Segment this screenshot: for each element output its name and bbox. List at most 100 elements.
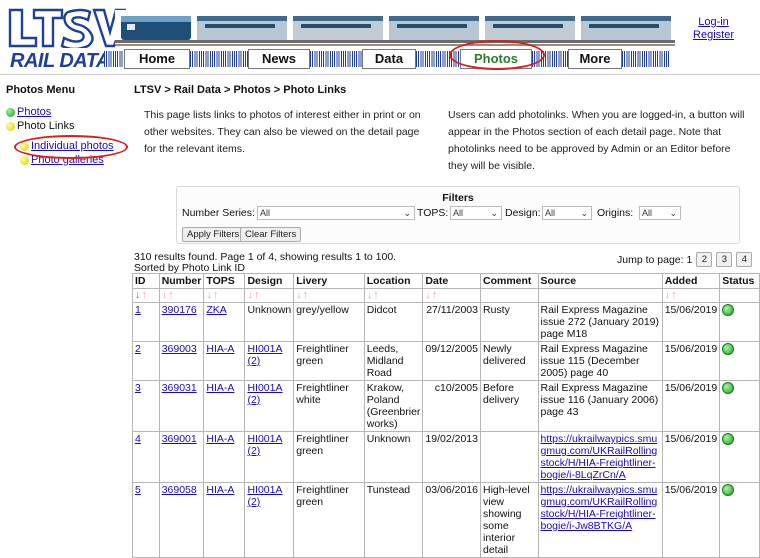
page-button-4[interactable]: 4 (736, 252, 753, 267)
row-source: Rail Express Magazine issue 116 (January… (537, 380, 663, 432)
design-label: Design: (505, 207, 541, 219)
register-link[interactable]: Register (693, 29, 734, 42)
sort-descending-icon[interactable]: ↓ (162, 290, 168, 302)
row-livery: Freightliner green (293, 341, 365, 381)
individual-photos-highlight-circle (14, 135, 128, 159)
header-id: ID (132, 273, 160, 289)
row-id-link[interactable]: 5 (135, 484, 141, 496)
row-design-link[interactable]: HI001A (2) (247, 382, 282, 406)
origins-select[interactable]: All ⌄ (639, 206, 681, 220)
row-location: Unknown (363, 431, 424, 483)
row-tops-link[interactable]: HIA-A (206, 343, 234, 355)
row-added: 15/06/2019 (661, 431, 721, 483)
row-id-link[interactable]: 3 (135, 382, 141, 394)
site-header: RAIL DATA Log-in Register Home News Data… (0, 0, 760, 78)
sort-ascending-icon[interactable]: ↑ (142, 290, 148, 302)
sort-ascending-icon[interactable]: ↑ (432, 290, 438, 302)
row-added: 15/06/2019 (661, 380, 721, 432)
row-number-link[interactable]: 369058 (162, 484, 197, 496)
sort-descending-icon[interactable]: ↓ (425, 290, 431, 302)
row-added: 15/06/2019 (661, 302, 721, 342)
sidebar-label-photo-links: Photo Links (17, 120, 75, 132)
breadcrumb: LTSV > Rail Data > Photos > Photo Links (134, 84, 347, 96)
row-date: 03/06/2016 (422, 482, 481, 558)
nav-tab-data[interactable]: Data (362, 49, 416, 69)
jump-to-page: Jump to page: 1 2 3 4 (617, 252, 753, 267)
row-tops-link[interactable]: HIA-A (206, 484, 234, 496)
row-number-link[interactable]: 369001 (162, 433, 197, 445)
row-comment: Rusty (479, 302, 539, 342)
sort-ascending-icon[interactable]: ↑ (671, 290, 677, 302)
sort-ascending-icon[interactable]: ↑ (213, 290, 219, 302)
row-source-link[interactable]: https://ukrailwaypics.smugmug.com/UKRail… (541, 484, 658, 532)
sort-arrows-row: ↓↑ ↓↑ ↓↑ ↓↑ ↓↑ ↓↑ ↓↑ ↓↑ (132, 288, 760, 303)
row-source-link[interactable]: https://ukrailwaypics.smugmug.com/UKRail… (541, 433, 658, 481)
nav-stripe (104, 51, 124, 67)
row-date: 27/11/2003 (422, 302, 481, 342)
nav-tab-home[interactable]: Home (124, 49, 190, 69)
row-number-link[interactable]: 390176 (162, 304, 197, 316)
sort-cell-added: ↓↑ (661, 288, 721, 303)
sort-descending-icon[interactable]: ↓ (206, 290, 212, 302)
chevron-down-icon: ⌄ (669, 208, 677, 218)
sort-descending-icon[interactable]: ↓ (135, 290, 141, 302)
current-page: 1 (686, 253, 693, 266)
nav-tab-news[interactable]: News (248, 49, 310, 69)
table-row: 3 369031 HIA-A HI001A (2) Freightliner w… (132, 380, 760, 432)
row-tops-link[interactable]: HIA-A (206, 382, 234, 394)
row-tops-link[interactable]: HIA-A (206, 433, 234, 445)
page-button-3[interactable]: 3 (716, 252, 733, 267)
clear-filters-button[interactable]: Clear Filters (240, 227, 302, 242)
sort-cell-id: ↓↑ (132, 288, 160, 303)
apply-filters-button[interactable]: Apply Filters (182, 227, 245, 242)
row-livery: grey/yellow (293, 302, 365, 342)
design-select[interactable]: All ⌄ (542, 206, 592, 220)
row-livery: Freightliner green (293, 431, 365, 483)
number-series-select[interactable]: All ⌄ (257, 206, 415, 220)
tops-value: All (453, 208, 464, 218)
sort-ascending-icon[interactable]: ↑ (168, 290, 174, 302)
row-tops-link[interactable]: ZKA (206, 304, 226, 316)
sort-cell-status (719, 288, 760, 303)
header-tops: TOPS (203, 273, 246, 289)
train-banner-image (115, 10, 675, 48)
row-comment: Newly delivered (479, 341, 539, 381)
login-link[interactable]: Log-in (693, 16, 734, 29)
row-design-link[interactable]: HI001A (2) (247, 343, 282, 367)
status-approved-icon (722, 484, 735, 496)
ltsv-logo[interactable] (6, 8, 126, 48)
row-location: Tunstead (363, 482, 424, 558)
sort-descending-icon[interactable]: ↓ (247, 290, 253, 302)
sidebar-item-photos[interactable]: Photos (6, 106, 51, 118)
chevron-down-icon: ⌄ (403, 208, 411, 218)
sort-descending-icon[interactable]: ↓ (367, 290, 373, 302)
row-id-link[interactable]: 1 (135, 304, 141, 316)
row-date: 09/12/2005 (422, 341, 481, 381)
sort-ascending-icon[interactable]: ↑ (254, 290, 260, 302)
header-date: Date (422, 273, 481, 289)
row-date: c10/2005 (422, 380, 481, 432)
tops-select[interactable]: All ⌄ (450, 206, 502, 220)
table-row: 2 369003 HIA-A HI001A (2) Freightliner g… (132, 341, 760, 381)
row-location: Didcot (363, 302, 424, 342)
row-location: Leeds, Midland Road (363, 341, 424, 381)
nav-tab-more[interactable]: More (568, 49, 622, 69)
table-row: 4 369001 HIA-A HI001A (2) Freightliner g… (132, 431, 760, 483)
row-number-link[interactable]: 369031 (162, 382, 197, 394)
row-design-link[interactable]: HI001A (2) (247, 484, 282, 508)
row-id-link[interactable]: 4 (135, 433, 141, 445)
row-added: 15/06/2019 (661, 482, 721, 558)
row-number-link[interactable]: 369003 (162, 343, 197, 355)
sort-ascending-icon[interactable]: ↑ (373, 290, 379, 302)
sidebar-link-photos[interactable]: Photos (17, 106, 51, 118)
row-id-link[interactable]: 2 (135, 343, 141, 355)
sidebar-title: Photos Menu (6, 84, 76, 96)
sort-descending-icon[interactable]: ↓ (665, 290, 671, 302)
row-design-link[interactable]: HI001A (2) (247, 433, 282, 457)
header-divider (0, 74, 760, 75)
row-status (719, 341, 760, 381)
page-button-2[interactable]: 2 (696, 252, 713, 267)
sort-descending-icon[interactable]: ↓ (296, 290, 302, 302)
sort-cell-design: ↓↑ (244, 288, 295, 303)
sort-ascending-icon[interactable]: ↑ (303, 290, 309, 302)
